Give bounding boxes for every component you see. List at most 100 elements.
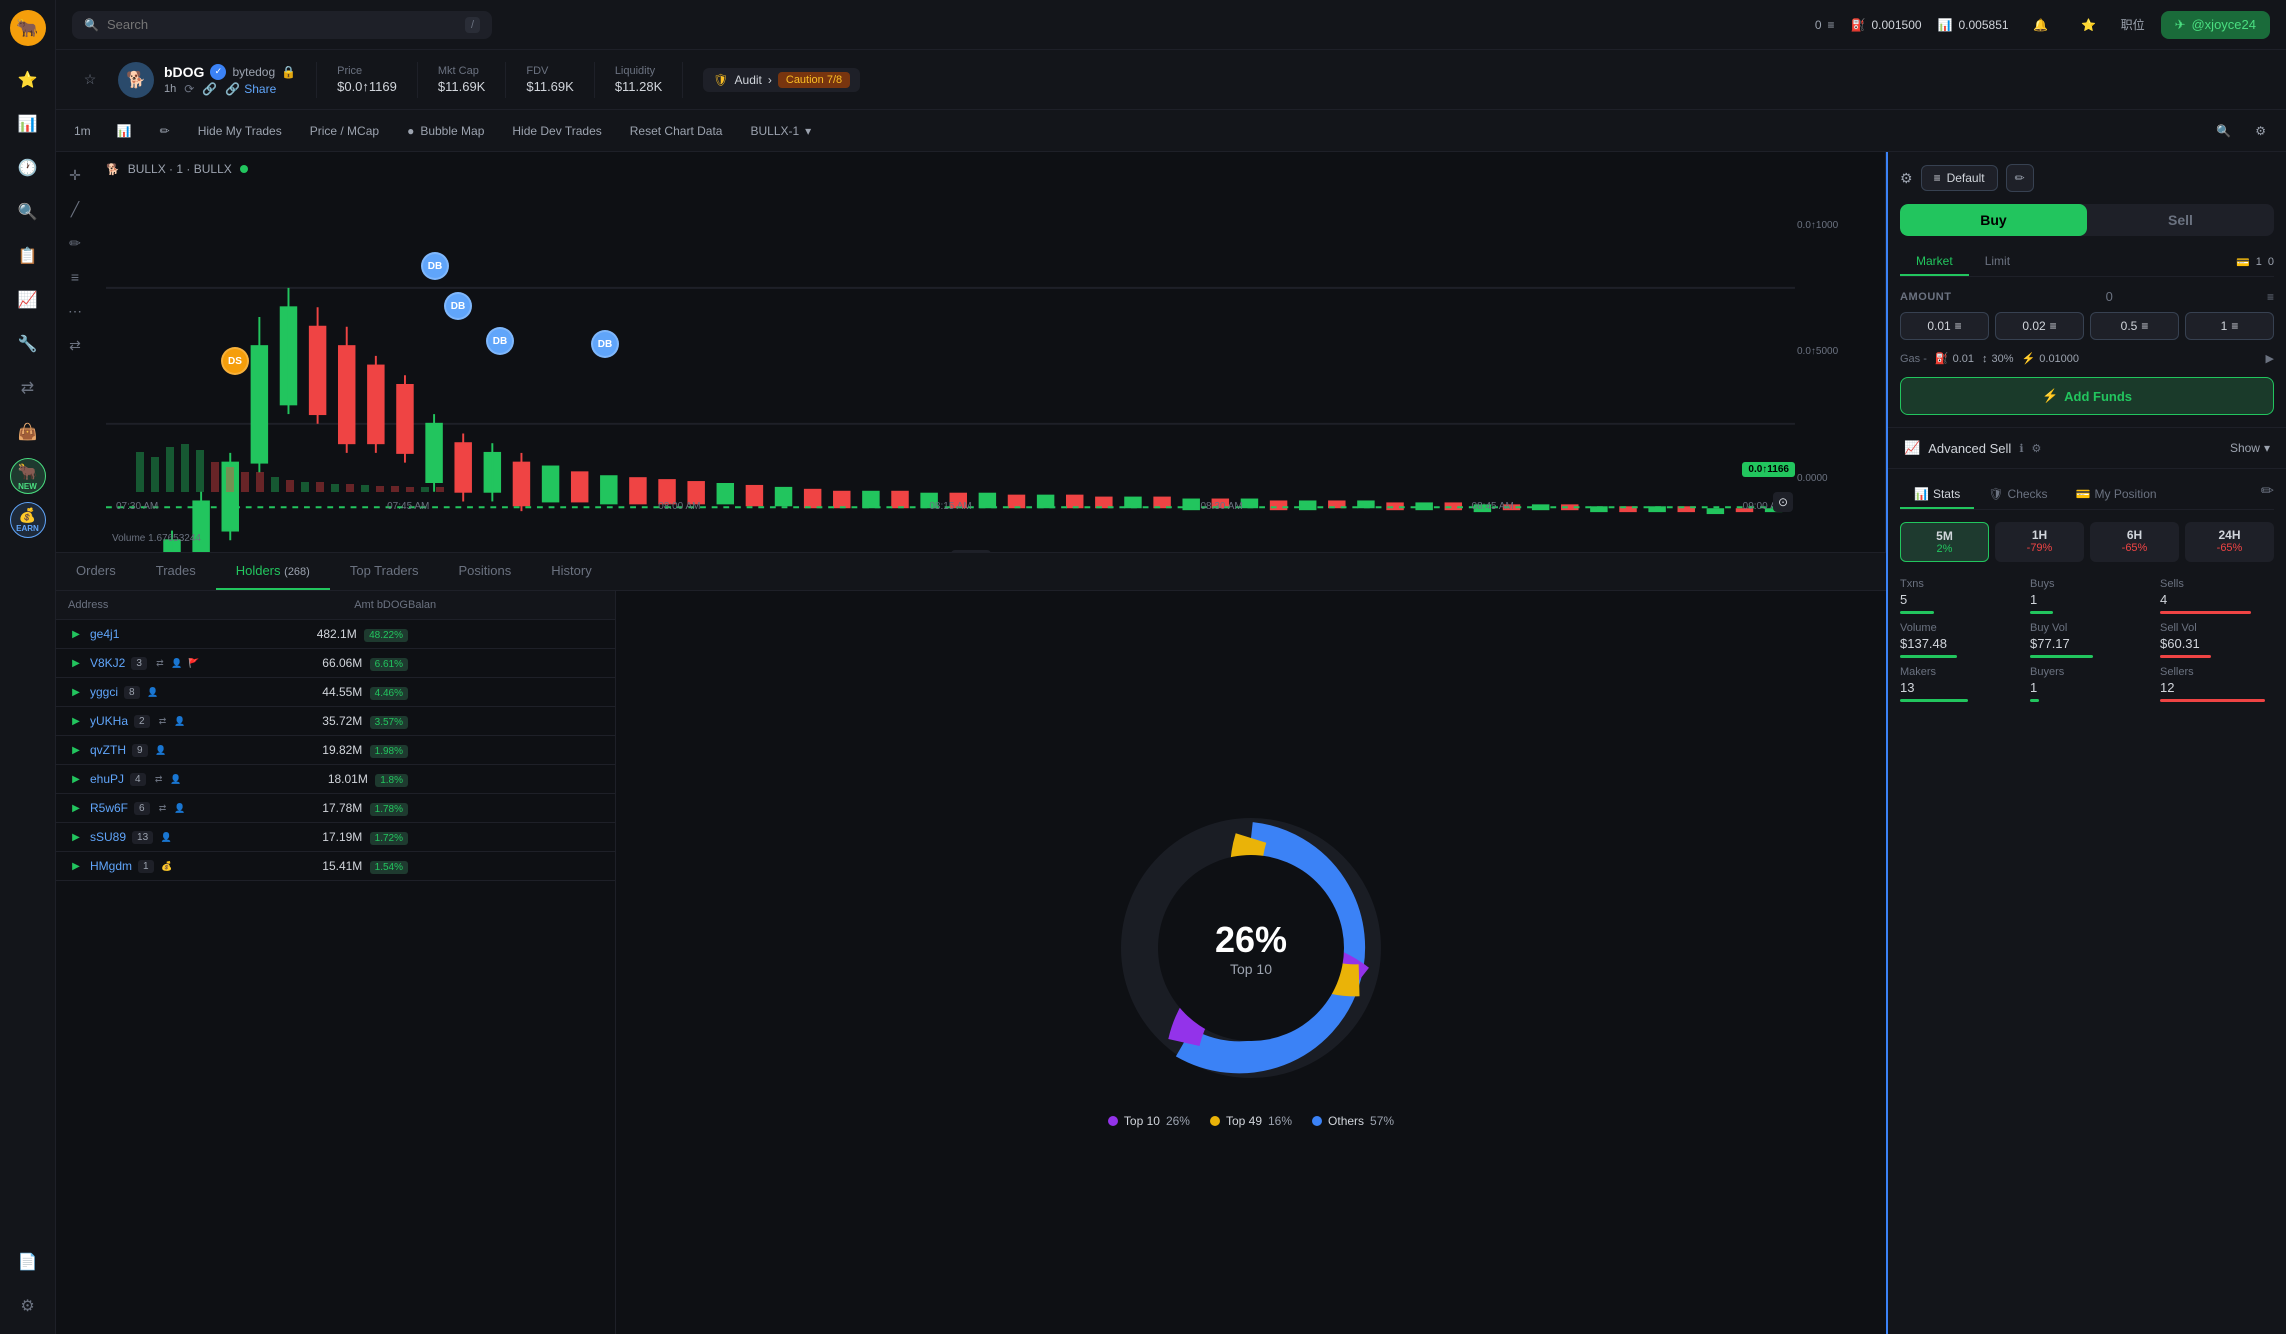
search-input[interactable] xyxy=(107,17,457,32)
buy-tab[interactable]: Buy xyxy=(1900,204,2087,236)
default-preset-button[interactable]: ≡ Default xyxy=(1921,165,1998,191)
layers-tool[interactable]: ≡ xyxy=(62,264,88,290)
crosshair-tool[interactable]: ✛ xyxy=(62,162,88,188)
chart-resize-handle[interactable]: ⋯ xyxy=(951,550,991,552)
content-area: ✛ ╱ ✏ ≡ ⋯ ⇄ 🐕 BULLX · 1 · BULLX xyxy=(56,152,2286,1334)
sell-vol-bar xyxy=(2160,655,2211,658)
quick-amount-1[interactable]: 1 ≡ xyxy=(2185,312,2274,340)
notifications-button[interactable]: 🔔 xyxy=(2025,9,2057,41)
price-mcap-button[interactable]: Price / MCap xyxy=(302,120,387,142)
show-advanced-button[interactable]: Show ▾ xyxy=(2230,441,2270,455)
sidebar-item-analytics[interactable]: 📈 xyxy=(10,282,46,318)
sol-icon: ≡ xyxy=(2141,319,2148,333)
sidebar-item-copy[interactable]: 📄 xyxy=(10,1244,46,1280)
table-row[interactable]: ▶ R5w6F 6 ⇄ 👤 17.78M 1.78% xyxy=(56,794,615,823)
app-logo[interactable]: 🐂 xyxy=(10,10,46,46)
edit-stats-button[interactable]: ✏ xyxy=(2261,481,2274,509)
reset-chart-button[interactable]: Reset Chart Data xyxy=(622,120,731,142)
sidebar-item-arrows[interactable]: ⇄ xyxy=(10,370,46,406)
table-row[interactable]: ▶ ge4j1 482.1M 48.22% xyxy=(56,620,615,649)
favorite-button[interactable]: ☆ xyxy=(72,62,108,98)
network-tool[interactable]: ⋯ xyxy=(62,298,88,324)
buy-vol-stat: Buy Vol $77.17 xyxy=(2030,622,2144,658)
quick-amount-002[interactable]: 0.02 ≡ xyxy=(1995,312,2084,340)
table-row[interactable]: ▶ ehuPJ 4 ⇄ 👤 18.01M 1.8% xyxy=(56,765,615,794)
telegram-icon: ✈ xyxy=(2175,17,2186,33)
makers-stat: Makers 13 xyxy=(1900,666,2014,702)
hide-my-trades-button[interactable]: Hide My Trades xyxy=(190,120,290,142)
quick-amount-05[interactable]: 0.5 ≡ xyxy=(2090,312,2179,340)
locate-button[interactable]: ⊙ xyxy=(1773,492,1793,512)
hide-dev-trades-button[interactable]: Hide Dev Trades xyxy=(504,120,609,142)
time-btn-1h[interactable]: 1H -79% xyxy=(1995,522,2084,562)
edit-preset-button[interactable]: ✏ xyxy=(2006,164,2034,192)
sidebar-item-chart[interactable]: 📊 xyxy=(10,106,46,142)
time-btn-24h[interactable]: 24H -65% xyxy=(2185,522,2274,562)
speed-icon: ⚡ xyxy=(2022,352,2036,365)
tab-top-traders[interactable]: Top Traders xyxy=(330,553,439,590)
share-button[interactable]: 🔗 Share xyxy=(225,82,276,96)
user-button[interactable]: ✈ @xjoyce24 xyxy=(2161,11,2270,39)
market-tab[interactable]: Market xyxy=(1900,248,1969,276)
candlestick-chart xyxy=(106,152,1795,552)
token-verified-icon: ✓ xyxy=(210,64,226,80)
trade-marker-db4[interactable]: DB xyxy=(591,330,619,358)
table-row[interactable]: ▶ V8KJ2 3 ⇄ 👤 🚩 66.06M 6.61% xyxy=(56,649,615,678)
line-tool[interactable]: ╱ xyxy=(62,196,88,222)
audit-button[interactable]: 🛡 Audit › Caution 7/8 xyxy=(703,68,860,92)
token-time[interactable]: 1h xyxy=(164,83,176,95)
indicator-button[interactable]: 📊 xyxy=(109,120,140,142)
table-row[interactable]: ▶ sSU89 13 👤 17.19M 1.72% xyxy=(56,823,615,852)
stats-tab[interactable]: 📊 Stats xyxy=(1900,481,1974,509)
sidebar-item-search[interactable]: 🔍 xyxy=(10,194,46,230)
sidebar-item-settings[interactable]: ⚙ xyxy=(10,1288,46,1324)
table-row[interactable]: ▶ qvZTH 9 👤 19.82M 1.98% xyxy=(56,736,615,765)
tab-orders[interactable]: Orders xyxy=(56,553,136,590)
tab-positions[interactable]: Positions xyxy=(439,553,532,590)
sidebar-item-star[interactable]: ⭐ xyxy=(10,62,46,98)
trade-marker-db1[interactable]: DB xyxy=(421,252,449,280)
tab-trades[interactable]: Trades xyxy=(136,553,216,590)
link-icon[interactable]: 🔗 xyxy=(202,82,217,96)
sliders-icon: ⚙ xyxy=(1900,170,1913,187)
table-row[interactable]: ▶ yggci 8 👤 44.55M 4.46% xyxy=(56,678,615,707)
sells-stat: Sells 4 xyxy=(2160,578,2274,614)
trade-marker-db2[interactable]: DB xyxy=(444,292,472,320)
brush-tool[interactable]: ✏ xyxy=(62,230,88,256)
settings-chart-button[interactable]: ⚙ xyxy=(2247,120,2274,142)
timeframe-1m[interactable]: 1m xyxy=(68,120,97,142)
limit-tab[interactable]: Limit xyxy=(1969,248,2026,276)
amount-menu-icon[interactable]: ≡ xyxy=(2267,290,2274,304)
gas-more-icon[interactable]: ▶ xyxy=(2266,352,2274,365)
tab-holders[interactable]: Holders (268) xyxy=(216,553,330,590)
my-position-tab[interactable]: 💳 My Position xyxy=(2062,481,2171,509)
trade-marker-db3[interactable]: DB xyxy=(486,327,514,355)
swap-tool[interactable]: ⇄ xyxy=(62,332,88,358)
sidebar-item-history[interactable]: 🕐 xyxy=(10,150,46,186)
liquidity-stat: Liquidity $11.28K xyxy=(615,65,662,94)
table-row[interactable]: ▶ yUKHa 2 ⇄ 👤 35.72M 3.57% xyxy=(56,707,615,736)
panel-controls: ⚙ ≡ Default ✏ xyxy=(1900,164,2034,192)
sidebar-item-wallet[interactable]: 👜 xyxy=(10,414,46,450)
time-btn-6h[interactable]: 6H -65% xyxy=(2090,522,2179,562)
volume-bar xyxy=(1900,655,1957,658)
checks-tab[interactable]: 🛡 Checks xyxy=(1974,481,2061,509)
drawing-button[interactable]: ✏ xyxy=(152,120,178,142)
bubble-map-button[interactable]: ● Bubble Map xyxy=(399,120,492,142)
table-row[interactable]: ▶ HMgdm 1 💰 15.41M 1.54% xyxy=(56,852,615,881)
tab-history[interactable]: History xyxy=(531,553,611,590)
sidebar-earn-badge[interactable]: 💰 EARN xyxy=(10,502,46,538)
sidebar-new-badge[interactable]: 🐂 NEW xyxy=(10,458,46,494)
quick-amount-001[interactable]: 0.01 ≡ xyxy=(1900,312,1989,340)
search-chart-button[interactable]: 🔍 xyxy=(2208,120,2239,142)
bullx-dropdown[interactable]: BULLX-1 ▾ xyxy=(742,120,819,142)
sidebar-item-tools[interactable]: 🔧 xyxy=(10,326,46,362)
new-label: NEW xyxy=(18,482,37,491)
time-btn-5m[interactable]: 5M 2% xyxy=(1900,522,1989,562)
add-funds-button[interactable]: ⚡ Add Funds xyxy=(1900,377,2274,415)
sidebar-item-orders[interactable]: 📋 xyxy=(10,238,46,274)
trade-marker-ds[interactable]: DS xyxy=(221,347,249,375)
star-button[interactable]: ⭐ xyxy=(2073,9,2105,41)
sell-tab[interactable]: Sell xyxy=(2087,204,2274,236)
search-box[interactable]: 🔍 / xyxy=(72,11,492,39)
